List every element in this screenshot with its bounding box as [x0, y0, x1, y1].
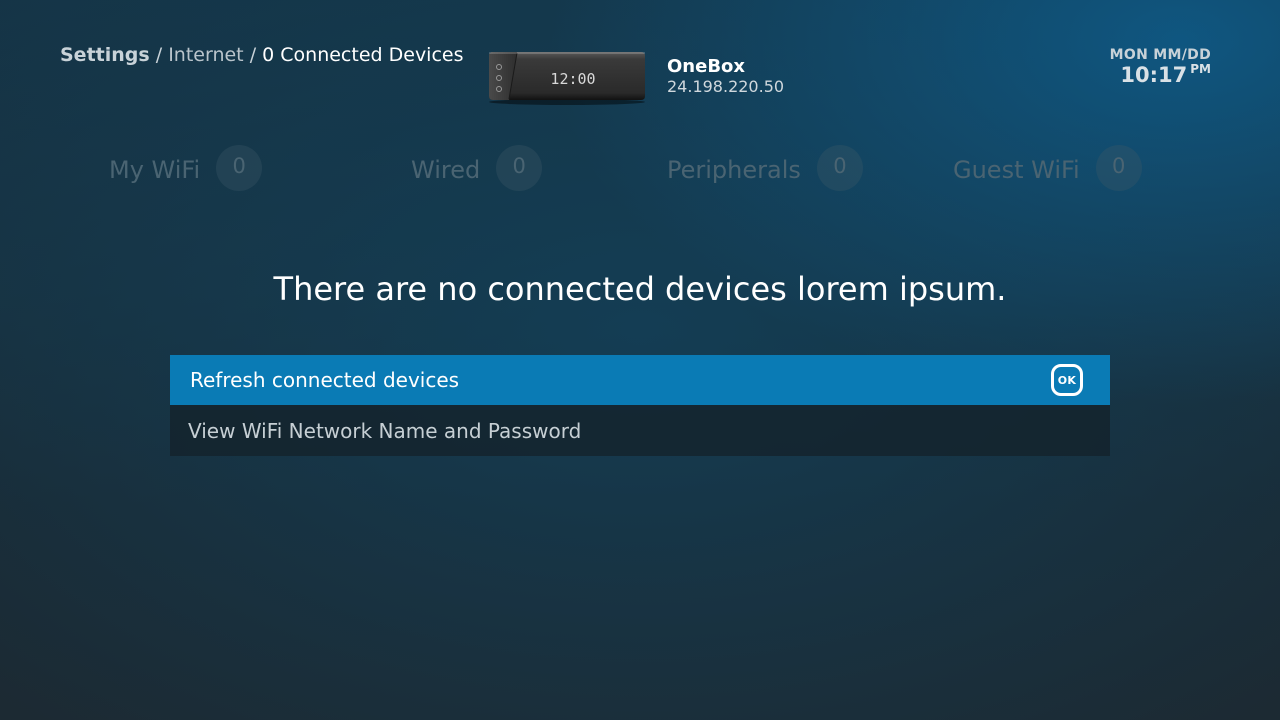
device-display-time: 12:00 — [550, 70, 595, 88]
breadcrumb-internet[interactable]: Internet — [168, 44, 243, 66]
tab-label: Wired — [411, 156, 481, 184]
clock-ampm: PM — [1190, 62, 1211, 76]
tab-count-badge: 0 — [816, 145, 863, 191]
ok-button-icon: OK — [1051, 364, 1083, 396]
clock-date: MON MM/DD — [1109, 47, 1211, 63]
tab-label: Guest WiFi — [953, 156, 1080, 184]
option-label: View WiFi Network Name and Password — [188, 418, 582, 443]
breadcrumb-separator: / — [249, 44, 257, 66]
empty-state-message: There are no connected devices lorem ips… — [273, 270, 1007, 308]
tab-count-badge: 0 — [216, 145, 263, 191]
option-label: Refresh connected devices — [190, 368, 460, 392]
tab-wired[interactable]: Wired 0 — [411, 145, 543, 191]
refresh-devices-button[interactable]: Refresh connected devices OK — [170, 355, 1110, 405]
screen: Settings / Internet / 0 Connected Device… — [0, 0, 1280, 720]
device-name: OneBox — [667, 56, 746, 77]
tab-peripherals[interactable]: Peripherals 0 — [667, 145, 863, 191]
view-wifi-credentials-button[interactable]: View WiFi Network Name and Password — [170, 405, 1110, 456]
breadcrumb-current: 0 Connected Devices — [262, 44, 464, 66]
breadcrumb: Settings / Internet / 0 Connected Device… — [60, 44, 464, 66]
onebox-device-image: 12:00 — [489, 52, 645, 105]
breadcrumb-settings[interactable]: Settings — [60, 44, 150, 66]
breadcrumb-separator: / — [155, 44, 163, 66]
tab-guest-wifi[interactable]: Guest WiFi 0 — [953, 145, 1142, 191]
tab-label: Peripherals — [667, 156, 801, 184]
tab-my-wifi[interactable]: My WiFi 0 — [109, 145, 263, 191]
device-ip: 24.198.220.50 — [667, 77, 785, 96]
clock-time-value: 10:17 — [1120, 63, 1188, 87]
tab-label: My WiFi — [109, 156, 201, 184]
clock-time: 10:17 PM — [1120, 62, 1211, 87]
tab-count-badge: 0 — [496, 145, 543, 191]
tab-count-badge: 0 — [1095, 145, 1142, 191]
